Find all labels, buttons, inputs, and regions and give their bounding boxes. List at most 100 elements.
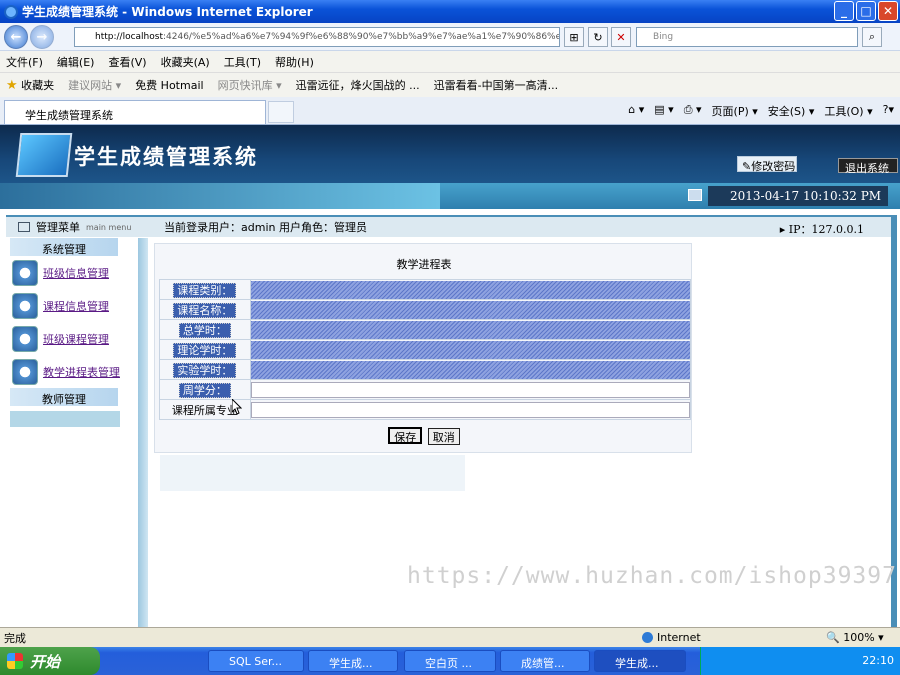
star-icon: ★: [6, 78, 18, 93]
course-name-input[interactable]: [250, 300, 690, 319]
weekly-credit-input[interactable]: [250, 382, 690, 398]
window-title: 学生成绩管理系统 - Windows Internet Explorer: [22, 5, 313, 19]
menu-favorites[interactable]: 收藏夹(A): [161, 54, 210, 70]
feeds-icon[interactable]: ▤ ▾: [654, 103, 673, 119]
globe-icon: [642, 632, 653, 643]
form-row: 理论学时：: [159, 339, 692, 360]
section-teacher[interactable]: 教师管理: [10, 388, 118, 406]
favorites-button[interactable]: ★ 收藏夹: [6, 77, 54, 93]
form-row: 总学时：: [159, 319, 692, 340]
home-icon[interactable]: ⌂ ▾: [628, 103, 644, 119]
tools-menu[interactable]: 工具(O) ▾: [824, 103, 872, 119]
form-row: 课程类别：: [159, 279, 692, 300]
back-icon[interactable]: ←: [4, 25, 28, 49]
current-user: 当前登录用户：admin 用户角色：管理员: [164, 221, 367, 234]
minimize-button[interactable]: _: [834, 1, 854, 21]
safety-menu[interactable]: 安全(S) ▾: [768, 103, 815, 119]
save-button[interactable]: 保存: [388, 427, 423, 444]
field-label: 课程类别：: [173, 282, 237, 298]
url-input[interactable]: http://localhost:4246/%e5%ad%a6%e7%94%9f…: [74, 27, 560, 47]
change-password-button[interactable]: ✎修改密码: [737, 156, 797, 173]
tab-bar: 学生成绩管理系统 ⌂ ▾ ▤ ▾ ⎙ ▾ 页面(P) ▾ 安全(S) ▾ 工具(…: [0, 97, 900, 125]
taskbar-item[interactable]: SQL Ser...: [208, 650, 304, 672]
windows-logo-icon: [7, 653, 23, 669]
sidebar-item-schedule[interactable]: 教学进程表管理: [10, 355, 136, 388]
mouse-cursor-icon: [232, 399, 242, 415]
gear-icon: [12, 325, 38, 352]
menu-file[interactable]: 文件(F): [6, 54, 43, 70]
lab-hours-input[interactable]: [250, 360, 690, 379]
logout-button[interactable]: 退出系统: [838, 158, 898, 175]
ie-logo-icon: [4, 4, 18, 19]
new-tab-button[interactable]: [268, 101, 294, 123]
zoom-level[interactable]: 🔍 100% ▾: [826, 631, 884, 644]
help-icon[interactable]: ?▾: [883, 103, 894, 119]
faded-area: [160, 455, 465, 491]
section-system[interactable]: 系统管理: [10, 238, 118, 256]
taskbar-item[interactable]: 空白页 ...: [404, 650, 496, 672]
sidebar-item-course[interactable]: 课程信息管理: [10, 289, 136, 322]
cancel-button[interactable]: 取消: [427, 428, 460, 445]
clock-icon: [688, 189, 702, 201]
menu-tools[interactable]: 工具(T): [224, 54, 261, 70]
address-bar: ← → http://localhost:4246/%e5%ad%a6%e7%9…: [0, 23, 900, 51]
page-menu[interactable]: 页面(P) ▾: [712, 103, 758, 119]
monitor-icon: [15, 133, 73, 177]
field-label: 周学分：: [178, 382, 231, 398]
ip-address: ▸ IP：127.0.0.1: [779, 223, 864, 236]
total-hours-input[interactable]: [250, 320, 690, 339]
menu-edit[interactable]: 编辑(E): [57, 54, 95, 70]
field-label: 总学时：: [178, 322, 231, 338]
menu-header: 管理菜单 main menu: [6, 219, 146, 235]
maximize-button[interactable]: □: [856, 1, 876, 21]
compat-view-icon[interactable]: ⊞: [564, 27, 584, 47]
taskbar-item[interactable]: 学生成...: [308, 650, 398, 672]
form-title: 教学进程表: [396, 258, 452, 271]
title-bar: 学生成绩管理系统 - Windows Internet Explorer _ □…: [0, 0, 900, 23]
system-tray: 22:10: [700, 647, 900, 675]
status-bar: 完成 Internet 🔍 100% ▾: [0, 627, 900, 647]
status-text: 完成: [4, 631, 26, 645]
info-bar: 管理菜单 main menu 当前登录用户：admin 用户角色：管理员 ▸ IP…: [6, 215, 894, 237]
taskbar: 开始 SQL Ser... 学生成... 空白页 ... 成绩管... 学生成.…: [0, 647, 900, 675]
field-label: 理论学时：: [173, 342, 237, 358]
category-input[interactable]: [250, 280, 690, 299]
close-button[interactable]: ✕: [878, 1, 898, 21]
taskbar-item[interactable]: 学生成...: [594, 650, 686, 672]
print-icon[interactable]: ⎙ ▾: [684, 103, 702, 119]
field-label: 课程名称：: [173, 302, 237, 318]
gear-icon: [12, 358, 38, 385]
favorite-link[interactable]: 免费 Hotmail: [135, 77, 203, 93]
favorite-link[interactable]: 网页快讯库 ▾: [218, 77, 282, 93]
form-row: 实验学时：: [159, 359, 692, 380]
menu-bar: 文件(F) 编辑(E) 查看(V) 收藏夹(A) 工具(T) 帮助(H): [0, 51, 900, 72]
menu-help[interactable]: 帮助(H): [275, 54, 314, 70]
favorite-link[interactable]: 建议网站 ▾: [68, 77, 121, 93]
form-row: 周学分：: [159, 379, 692, 400]
search-icon[interactable]: ⌕: [862, 27, 882, 47]
refresh-icon[interactable]: ↻: [588, 27, 608, 47]
sidebar-splitter[interactable]: [138, 238, 148, 627]
sidebar-item-class[interactable]: 班级信息管理: [10, 256, 136, 289]
page-banner: 学生成绩管理系统 ✎修改密码 退出系统: [0, 125, 900, 183]
major-input[interactable]: [250, 402, 690, 418]
taskbar-item[interactable]: 成绩管...: [500, 650, 590, 672]
menu-view[interactable]: 查看(V): [108, 54, 146, 70]
menu-icon: [18, 222, 30, 232]
stop-icon[interactable]: ✕: [611, 27, 631, 47]
security-zone: Internet: [642, 631, 701, 644]
sidebar-item-class-course[interactable]: 班级课程管理: [10, 322, 136, 355]
watermark: https://www.huzhan.com/ishop39397: [407, 563, 897, 589]
start-button[interactable]: 开始: [0, 647, 100, 675]
favorite-link[interactable]: 迅雷看看-中国第一高清...: [434, 77, 558, 93]
field-label: 实验学时：: [173, 362, 237, 378]
search-input[interactable]: Bing: [636, 27, 858, 47]
page-title: 学生成绩管理系统: [74, 144, 258, 169]
favorites-bar: ★ 收藏夹 建议网站 ▾ 免费 Hotmail 网页快讯库 ▾ 迅雷远征，烽火国…: [0, 72, 900, 97]
theory-hours-input[interactable]: [250, 340, 690, 359]
favorite-link[interactable]: 迅雷远征，烽火国战的 ...: [296, 77, 420, 93]
sidebar: 系统管理 班级信息管理 课程信息管理 班级课程管理 教学进程表管理 教师管理: [10, 238, 136, 627]
web-page: 学生成绩管理系统 ✎修改密码 退出系统 2013-04-17 10:10:32 …: [0, 125, 900, 627]
tab-current[interactable]: 学生成绩管理系统: [4, 100, 266, 124]
forward-icon[interactable]: →: [30, 25, 54, 49]
